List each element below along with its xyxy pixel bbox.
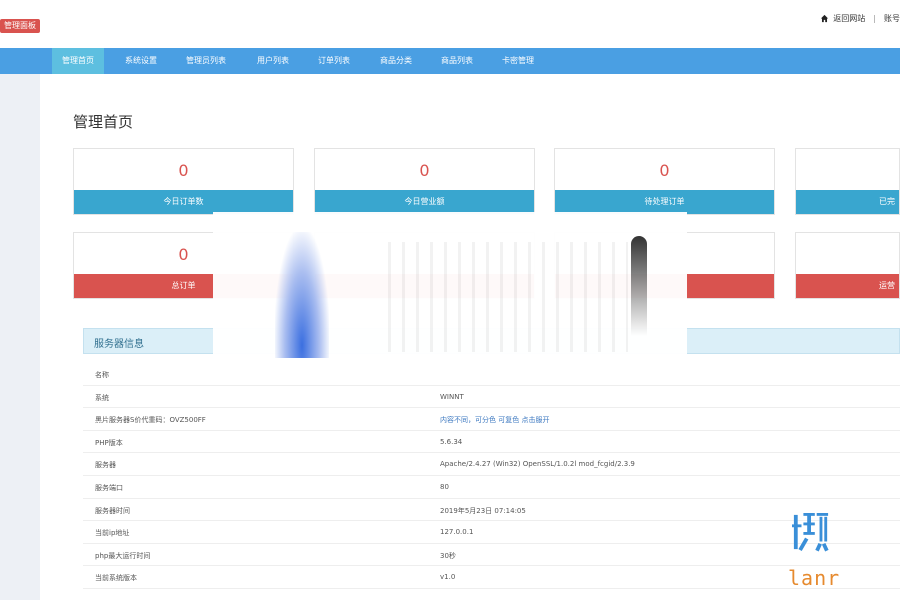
nav-item-orders[interactable]: 订单列表 bbox=[318, 48, 350, 74]
table-row: 服务器 Apache/2.4.27 (Win32) OpenSSL/1.0.2l… bbox=[83, 453, 900, 476]
table-row: 黑片服务器S价代重码：OVZ500FF 内容不同，可分色 可复色 点击服开 bbox=[83, 408, 900, 431]
nav-item-settings[interactable]: 系统设置 bbox=[125, 48, 157, 74]
stat-label[interactable]: 今日订单数 bbox=[74, 190, 293, 214]
page-title: 管理首页 bbox=[73, 113, 134, 131]
row-value-link[interactable]: 内容不同，可分色 可复色 点击服开 bbox=[440, 415, 549, 425]
row-value: WINNT bbox=[440, 392, 464, 401]
row-value: Apache/2.4.27 (Win32) OpenSSL/1.0.2l mod… bbox=[440, 460, 635, 469]
row-label: 服务端口 bbox=[95, 483, 123, 492]
home-icon bbox=[821, 14, 829, 23]
brand-text: lanr bbox=[788, 566, 841, 590]
nav-item-card-keys[interactable]: 卡密管理 bbox=[502, 48, 534, 74]
row-label: 当前ip地址 bbox=[95, 529, 130, 538]
table-row: PHP版本 5.6.34 bbox=[83, 431, 900, 454]
table-row: 服务端口 80 bbox=[83, 476, 900, 499]
row-value: 5.6.34 bbox=[440, 437, 463, 446]
table-row: 服务器时间 2019年5月23日 07:14:05 bbox=[83, 499, 900, 522]
nav-item-categories[interactable]: 商品分类 bbox=[380, 48, 412, 74]
left-sidebar bbox=[0, 74, 40, 600]
row-label: php最大运行时间 bbox=[95, 551, 151, 560]
stat-card-today-revenue: 0 今日营业额 bbox=[314, 148, 535, 215]
nav-item-users[interactable]: 用户列表 bbox=[257, 48, 289, 74]
account-link[interactable]: 账号 bbox=[884, 13, 900, 24]
brand-logo: lanr bbox=[788, 510, 900, 600]
row-label: PHP版本 bbox=[95, 438, 123, 447]
table-row: 当前系统版本 v1.0 bbox=[83, 566, 900, 589]
row-label: 系统 bbox=[95, 393, 109, 402]
stat-card-today-orders: 0 今日订单数 bbox=[73, 148, 294, 215]
nav-item-products[interactable]: 商品列表 bbox=[441, 48, 473, 74]
table-row: 当前ip地址 127.0.0.1 bbox=[83, 521, 900, 544]
stat-card-operations: 运营 bbox=[795, 232, 900, 299]
stat-card-completed: 已完 bbox=[795, 148, 900, 215]
stat-value: 0 bbox=[419, 161, 430, 180]
watermark-gray-shape bbox=[631, 236, 647, 336]
top-right-links: 返回网站 | 账号 bbox=[820, 13, 900, 24]
server-info-title: 服务器信息 bbox=[94, 339, 144, 350]
back-to-site-link[interactable]: 返回网站 bbox=[833, 13, 865, 24]
stat-label[interactable]: 今日营业额 bbox=[315, 190, 534, 214]
table-row: 系统 WINNT bbox=[83, 386, 900, 409]
brand-glyph-icon bbox=[792, 513, 829, 552]
row-value: 30秒 bbox=[440, 551, 456, 560]
table-row: php最大运行时间 30秒 bbox=[83, 544, 900, 567]
watermark-blue-shape bbox=[275, 232, 329, 358]
row-label: 当前系统版本 bbox=[95, 574, 137, 583]
row-value: 127.0.0.1 bbox=[440, 528, 474, 537]
row-value: v1.0 bbox=[440, 573, 456, 582]
stat-label[interactable]: 运营 bbox=[796, 274, 899, 298]
stat-card-pending-orders: 0 待处理订单 bbox=[554, 148, 775, 215]
top-bar: 管理面板 返回网站 | 账号 bbox=[0, 0, 900, 48]
stat-value: 0 bbox=[659, 161, 670, 180]
stat-value: 0 bbox=[178, 161, 189, 180]
row-value: 2019年5月23日 07:14:05 bbox=[440, 506, 526, 515]
nav-item-home[interactable]: 管理首页 bbox=[52, 48, 104, 74]
main-nav: 管理首页 系统设置 管理员列表 用户列表 订单列表 商品分类 商品列表 卡密管理 bbox=[0, 48, 900, 74]
admin-panel-badge[interactable]: 管理面板 bbox=[0, 19, 40, 33]
stat-label[interactable]: 待处理订单 bbox=[555, 190, 774, 214]
row-value: 80 bbox=[440, 482, 449, 491]
row-label: 名称 bbox=[95, 371, 109, 379]
server-info-table: 名称 系统 WINNT 黑片服务器S价代重码：OVZ500FF 内容不同，可分色… bbox=[83, 363, 900, 589]
row-label: 服务器 bbox=[95, 461, 116, 470]
row-label: 黑片服务器S价代重码：OVZ500FF bbox=[95, 416, 206, 425]
nav-item-admins[interactable]: 管理员列表 bbox=[186, 48, 226, 74]
watermark-overlay bbox=[213, 212, 687, 382]
watermark-stripes bbox=[388, 242, 628, 352]
row-label: 服务器时间 bbox=[95, 506, 130, 515]
stat-label[interactable]: 已完 bbox=[796, 190, 899, 214]
header-separator: | bbox=[873, 14, 876, 23]
